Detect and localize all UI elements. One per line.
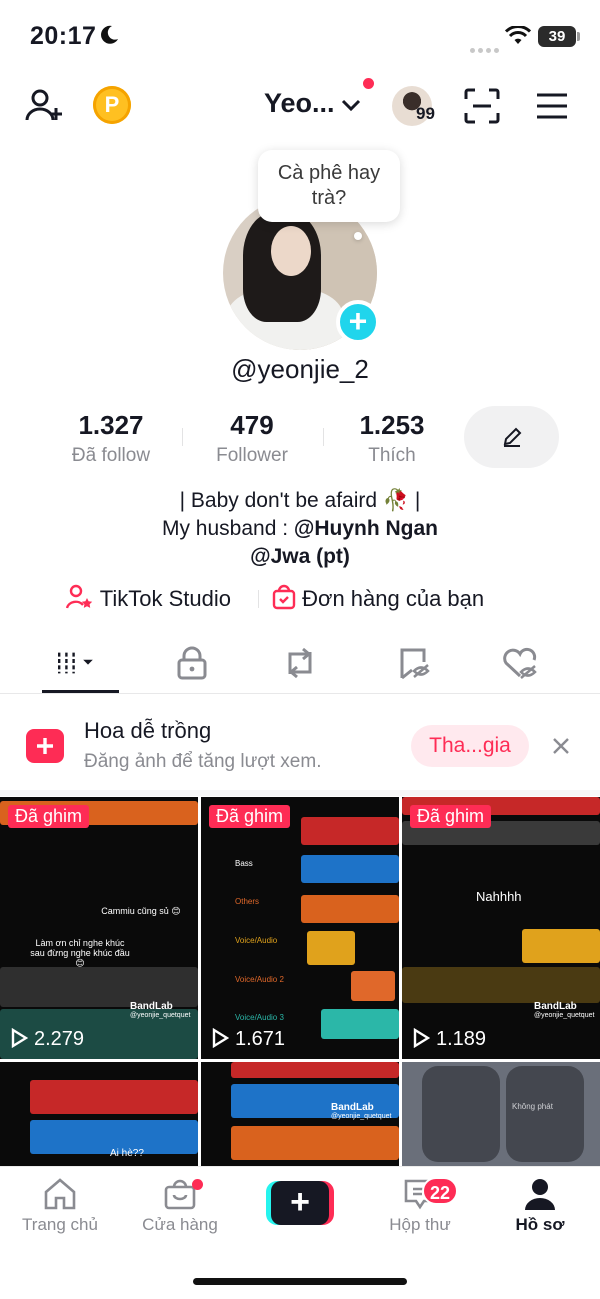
username: @yeonjie_2 <box>231 354 369 384</box>
status-bar: 20:17 39 <box>0 0 600 70</box>
account-switcher[interactable]: Yeo... <box>264 88 335 119</box>
suggestion-subtitle: Đăng ảnh để tăng lượt xem. <box>84 751 322 772</box>
bio-mention-link[interactable]: @Huynh Ngan <box>294 517 438 540</box>
stat-followers[interactable]: 479 Follower <box>187 410 317 467</box>
create-button[interactable]: + <box>266 1181 334 1225</box>
pinned-badge: Đã ghim <box>209 805 291 828</box>
join-button[interactable]: Tha...gia <box>411 725 529 767</box>
view-count: 1.189 <box>412 1027 486 1051</box>
add-friend-icon[interactable] <box>24 86 64 126</box>
profile-header: P Yeo... 99 <box>0 78 600 138</box>
play-icon <box>11 1027 29 1049</box>
wifi-icon <box>505 26 531 44</box>
bio-line-3: @Jwa (pt) <box>0 545 600 569</box>
home-icon <box>44 1178 76 1210</box>
view-count: 2.279 <box>10 1027 84 1051</box>
tiktok-studio-link[interactable]: TikTok Studio <box>65 584 231 612</box>
nav-home[interactable]: Trang chủ <box>0 1177 120 1235</box>
photo-upload-icon <box>26 729 64 763</box>
close-icon[interactable] <box>551 736 571 756</box>
pencil-icon <box>503 427 522 447</box>
lock-icon[interactable] <box>172 646 212 680</box>
video-thumbnail[interactable]: Nahhhh BandLab @yeonjie_quetquet Đã ghim … <box>402 797 600 1059</box>
hidden-liked-icon[interactable] <box>500 646 540 680</box>
notification-dot <box>192 1179 203 1190</box>
moon-icon <box>101 25 118 44</box>
shopping-bag-icon <box>272 584 296 610</box>
nav-profile[interactable]: Hồ sơ <box>480 1177 600 1235</box>
nav-inbox[interactable]: 22 Hộp thư <box>360 1177 480 1235</box>
battery-indicator: 39 <box>538 26 576 47</box>
plus-icon: + <box>271 1181 329 1225</box>
menu-icon[interactable] <box>535 92 569 120</box>
play-icon <box>413 1027 431 1049</box>
videos-grid-tab-icon[interactable] <box>56 646 96 680</box>
bio-line-1: | Baby don't be afaird 🥀 | <box>179 489 421 512</box>
video-thumbnail[interactable]: Bass Others Voice/Audio Voice/Audio 2 Vo… <box>201 797 399 1059</box>
video-thumbnail[interactable]: Cammiu cũng sủ 😊 Làm ơn chỉ nghe khúc sa… <box>0 797 198 1059</box>
chevron-down-icon[interactable] <box>340 96 362 114</box>
orders-link[interactable]: Đơn hàng của bạn <box>272 584 484 612</box>
suggestion-title: Hoa dễ trồng <box>84 718 212 743</box>
inbox-badge: 22 <box>422 1177 459 1205</box>
bio-line-2: My husband : @Huynh Ngan <box>161 517 439 540</box>
pinned-badge: Đã ghim <box>410 805 492 828</box>
nav-shop[interactable]: Cửa hàng <box>120 1177 240 1235</box>
pinned-badge: Đã ghim <box>8 805 90 828</box>
story-count: 99 <box>416 104 435 123</box>
points-coin-icon[interactable]: P <box>93 86 131 124</box>
play-icon <box>212 1027 230 1049</box>
repost-icon[interactable] <box>280 646 320 680</box>
hidden-bookmark-icon[interactable] <box>394 646 434 680</box>
view-count: 1.671 <box>211 1027 285 1051</box>
status-time: 20:17 <box>30 22 97 50</box>
add-story-icon[interactable]: + <box>336 300 380 344</box>
signal-icon <box>470 40 502 58</box>
notification-dot <box>363 78 374 89</box>
bio-mention-link[interactable]: @Jwa (pt) <box>250 545 350 568</box>
home-indicator <box>193 1278 407 1285</box>
note-bubble[interactable]: Cà phê hay trà? <box>258 150 400 222</box>
edit-profile-button[interactable] <box>464 406 559 468</box>
scan-icon[interactable] <box>464 88 500 124</box>
stat-likes[interactable]: 1.253 Thích <box>327 410 457 467</box>
person-star-icon <box>65 584 93 609</box>
stat-following[interactable]: 1.327 Đã follow <box>46 410 176 467</box>
profile-icon <box>525 1179 555 1210</box>
